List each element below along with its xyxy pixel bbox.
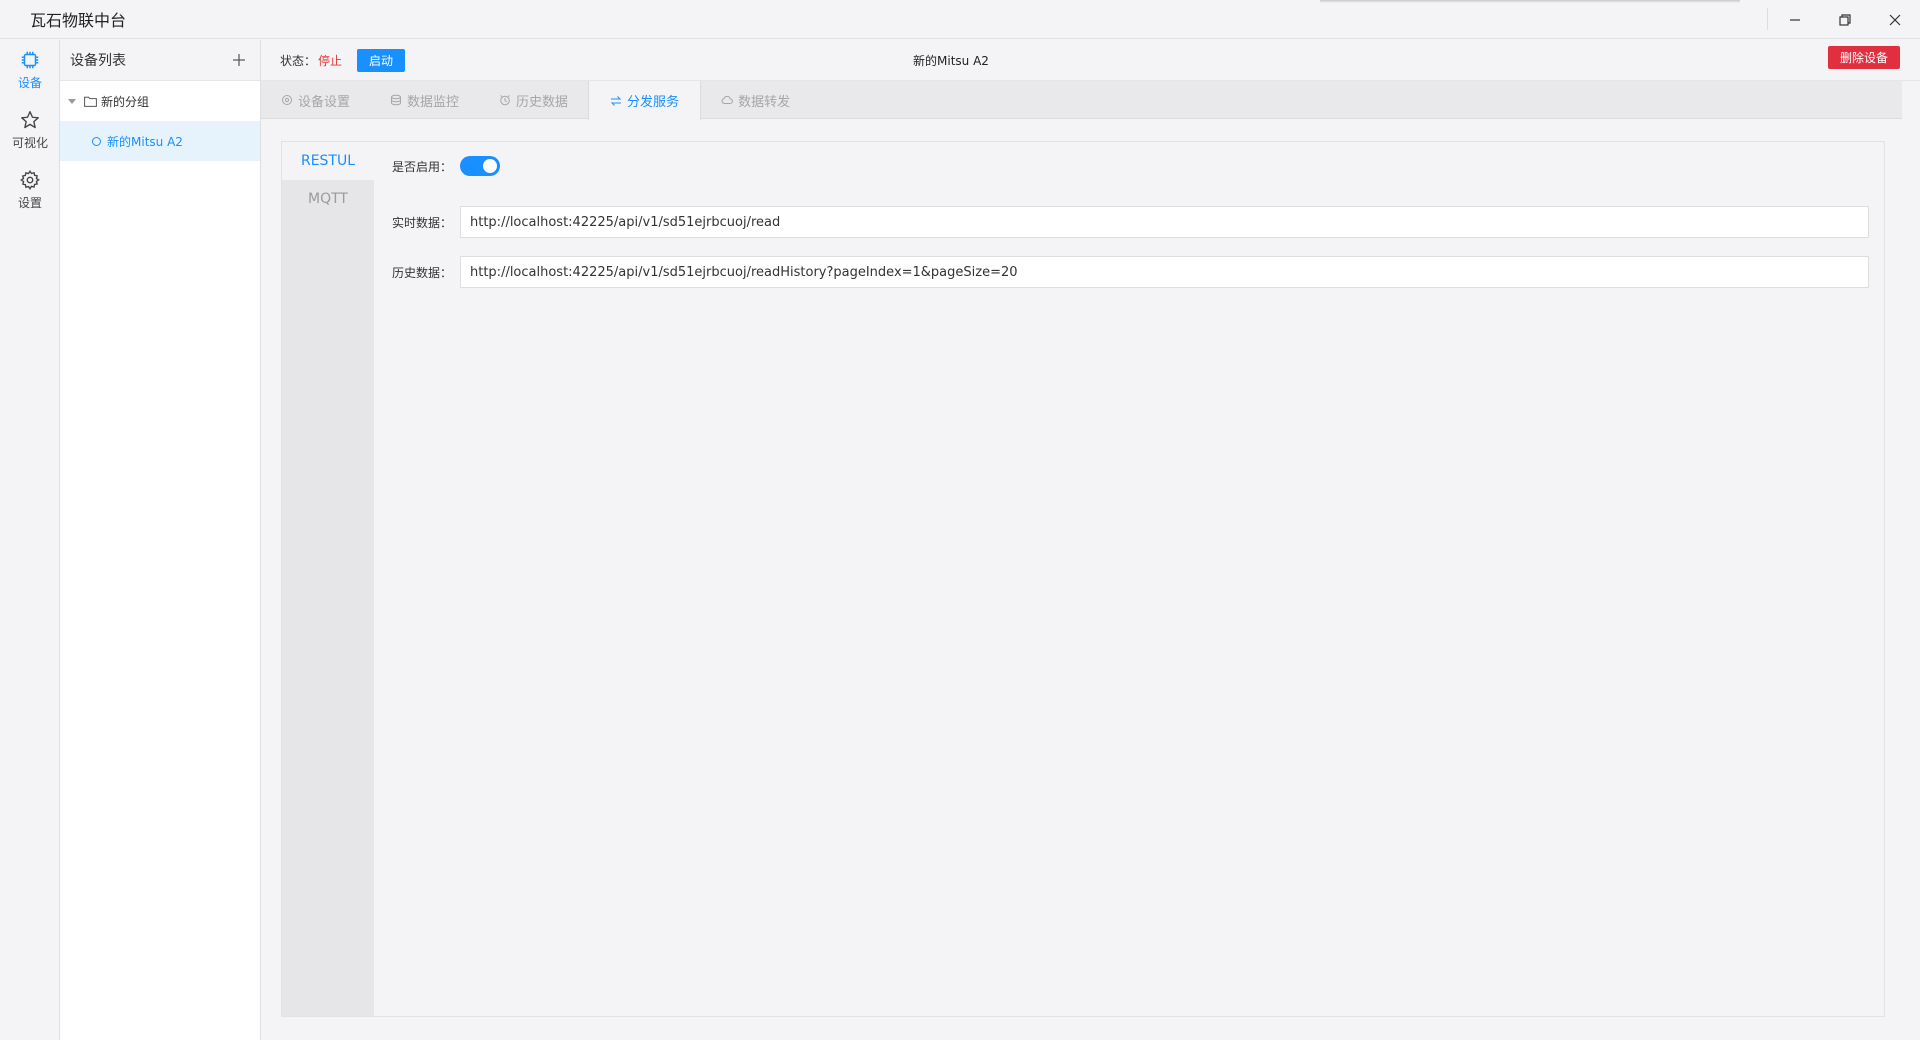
restore-button[interactable] <box>1820 0 1870 39</box>
tab-label: 数据转发 <box>738 94 791 110</box>
rail-item-label: 设备 <box>17 76 42 90</box>
tree-device-label: 新的Mitsu A2 <box>107 134 183 149</box>
rail-item-label: 设置 <box>17 196 42 210</box>
main-area: 状态： 停止 启动 新的Mitsu A2 删除设备 设备设置 数据监控 历史数据… <box>261 40 1920 1040</box>
service-content-panel: RESTUL MQTT 是否启用： 实时数据： 历史数据： <box>281 141 1885 1017</box>
tab-label: 历史数据 <box>516 94 569 110</box>
gear-icon <box>20 170 40 190</box>
window-controls-divider <box>1767 8 1768 30</box>
chip-icon <box>21 51 39 69</box>
device-title: 新的Mitsu A2 <box>913 53 989 68</box>
minimize-icon <box>1790 18 1800 21</box>
enable-row: 是否启用： <box>374 154 500 178</box>
app-title: 瓦石物联中台 <box>30 11 127 30</box>
delete-device-button[interactable]: 删除设备 <box>1827 46 1900 69</box>
clock-icon <box>500 95 510 106</box>
history-label: 历史数据： <box>391 265 452 280</box>
realtime-row: 实时数据： <box>374 206 1869 238</box>
tab-data-forwarding[interactable]: 数据转发 <box>701 81 810 119</box>
device-status-dot-icon <box>92 136 101 146</box>
device-list-panel: 设备列表 新的分组 新的Mitsu A2 <box>60 40 261 1040</box>
subtab-restul[interactable]: RESTUL <box>282 142 374 180</box>
tab-device-settings[interactable]: 设备设置 <box>261 81 370 119</box>
exchange-icon <box>610 95 622 106</box>
restore-icon <box>1839 13 1851 26</box>
star-icon <box>21 111 39 129</box>
tree-group-label: 新的分组 <box>101 94 150 109</box>
device-list-title: 设备列表 <box>70 53 126 69</box>
rail-item-device[interactable]: 设备 <box>0 40 60 100</box>
tree-device-item[interactable]: 新的Mitsu A2 <box>60 121 260 161</box>
tree-group-item[interactable]: 新的分组 <box>60 81 260 121</box>
gear-icon <box>282 95 292 105</box>
device-list-header: 设备列表 <box>60 40 260 81</box>
folder-icon <box>84 96 97 107</box>
cloud-icon <box>721 95 733 104</box>
tab-label: 设备设置 <box>298 94 351 110</box>
enable-label: 是否启用： <box>391 159 452 174</box>
rail-item-settings[interactable]: 设置 <box>0 160 60 220</box>
protocol-subtabs: RESTUL MQTT <box>282 142 374 1016</box>
tab-bar: 设备设置 数据监控 历史数据 分发服务 数据转发 <box>261 81 1902 120</box>
close-button[interactable] <box>1870 0 1920 39</box>
caret-down-icon[interactable] <box>68 97 76 105</box>
rail-item-label: 可视化 <box>11 136 48 150</box>
tab-distribution-service[interactable]: 分发服务 <box>588 81 702 120</box>
toggle-knob <box>483 159 497 173</box>
realtime-label: 实时数据： <box>391 215 452 230</box>
enable-toggle[interactable] <box>460 156 500 176</box>
tab-label: 分发服务 <box>627 95 680 110</box>
tab-history-data[interactable]: 历史数据 <box>479 81 588 119</box>
minimize-button[interactable] <box>1770 0 1820 39</box>
window-controls <box>1770 0 1920 39</box>
realtime-url-input[interactable] <box>460 206 1869 238</box>
database-icon <box>391 94 402 106</box>
history-row: 历史数据： <box>374 256 1869 288</box>
background-window-shadow <box>1320 0 1740 3</box>
subtab-mqtt[interactable]: MQTT <box>282 180 374 218</box>
tab-label: 数据监控 <box>407 94 460 110</box>
close-icon <box>1889 14 1901 25</box>
add-icon[interactable] <box>232 53 246 67</box>
device-toolbar: 状态： 停止 启动 新的Mitsu A2 删除设备 <box>261 40 1920 81</box>
nav-rail: 设备 可视化 设置 <box>0 40 60 1040</box>
history-url-input[interactable] <box>460 256 1869 288</box>
title-bar: 瓦石物联中台 <box>0 0 1920 39</box>
rail-item-visualization[interactable]: 可视化 <box>0 100 60 160</box>
tab-data-monitor[interactable]: 数据监控 <box>370 81 479 119</box>
